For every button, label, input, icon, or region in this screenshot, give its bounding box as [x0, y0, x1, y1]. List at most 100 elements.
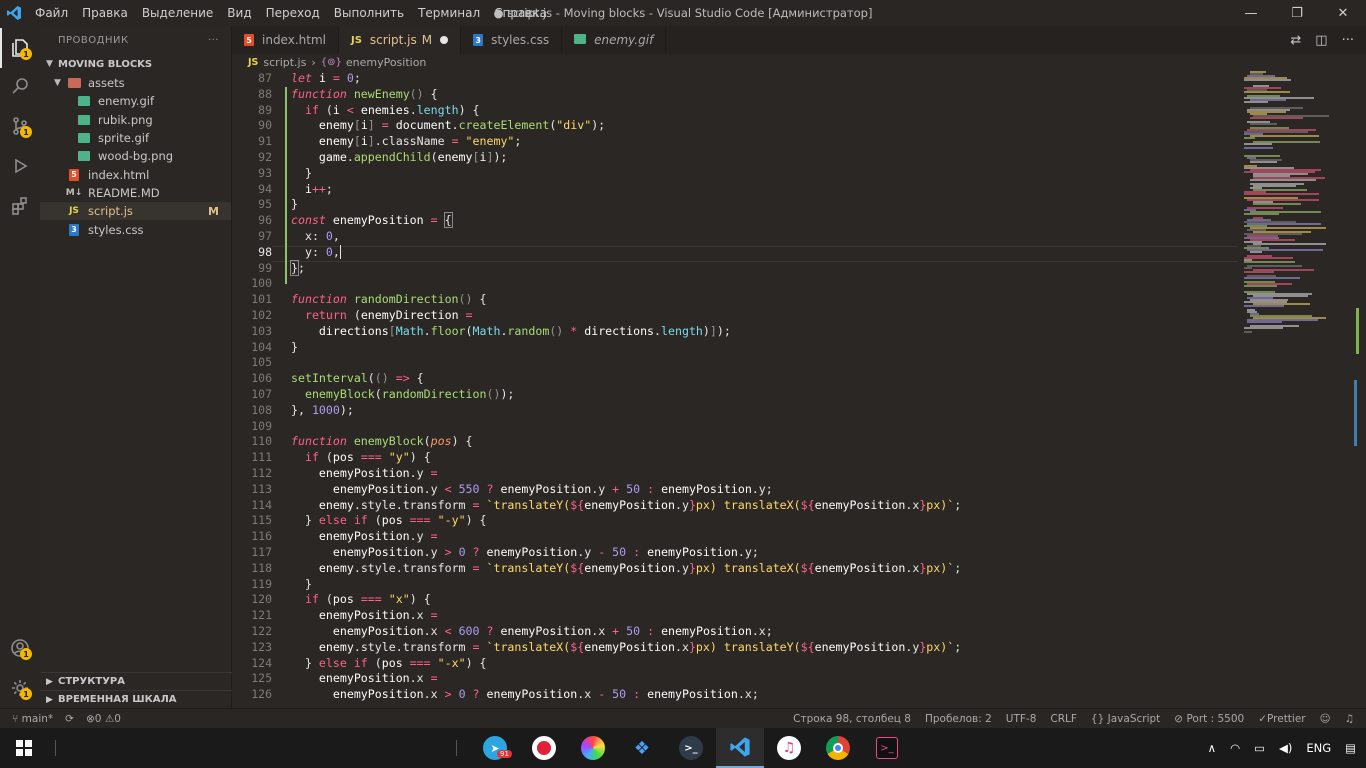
- unsaved-dot-icon[interactable]: [440, 36, 449, 44]
- tree-item-enemy-gif[interactable]: enemy.gif: [40, 92, 231, 110]
- menu-run[interactable]: Выполнить: [327, 0, 411, 26]
- project-section[interactable]: ▼ MOVING BLOCKS: [40, 54, 231, 74]
- line-number: 103: [251, 323, 272, 338]
- input-language[interactable]: ENG: [1306, 741, 1331, 755]
- menu-help[interactable]: Справка: [487, 0, 554, 26]
- terminal-app[interactable]: >_: [667, 728, 715, 768]
- code-line-107: enemyBlock(randomDirection());: [304, 387, 515, 401]
- vscode-icon: [730, 737, 750, 757]
- menu-view[interactable]: Вид: [220, 0, 258, 26]
- battery-icon[interactable]: ▭: [1254, 741, 1265, 755]
- vertical-scrollbar[interactable]: [1354, 71, 1366, 708]
- image-file-icon: [76, 114, 92, 126]
- tree-item-rubik-png[interactable]: rubik.png: [40, 111, 231, 129]
- chrome-app[interactable]: [814, 728, 862, 768]
- start-button[interactable]: [0, 728, 48, 768]
- account-icon[interactable]: 1: [0, 628, 40, 668]
- scroll-thumb[interactable]: [1354, 380, 1357, 446]
- minimap[interactable]: [1240, 71, 1354, 708]
- breadcrumb-symbol[interactable]: enemyPosition: [346, 56, 427, 69]
- source-control-icon[interactable]: 1: [0, 106, 40, 146]
- close-icon[interactable]: ✕: [1320, 0, 1366, 26]
- breadcrumb-file[interactable]: script.js: [263, 56, 306, 69]
- file-label: script.js: [88, 204, 133, 219]
- line-number: 111: [251, 450, 272, 465]
- prettier-status[interactable]: ✓Prettier: [1258, 713, 1305, 725]
- line-number: 116: [251, 529, 272, 544]
- search-icon[interactable]: [0, 66, 40, 106]
- problems-status[interactable]: ⊗0 ⚠0: [86, 713, 121, 725]
- more-actions-icon[interactable]: ···: [208, 35, 219, 46]
- code-line-103: directions[Math.floor(Math.random() * di…: [318, 323, 731, 338]
- tree-item-wood-bg-png[interactable]: wood-bg.png: [40, 147, 231, 165]
- hyper-terminal-app[interactable]: >_: [863, 728, 911, 768]
- prettier-label: Prettier: [1267, 713, 1306, 725]
- extensions-icon[interactable]: [0, 186, 40, 226]
- explorer-title: ПРОВОДНИК: [58, 34, 129, 46]
- file-label: sprite.gif: [98, 131, 149, 146]
- line-number: 95: [258, 197, 272, 212]
- code-line-89: if (i < enemies.length) {: [304, 102, 480, 117]
- outline-section[interactable]: ▶ СТРУКТУРА: [40, 672, 232, 690]
- menu-edit[interactable]: Правка: [75, 0, 135, 26]
- vscode-app[interactable]: [716, 728, 764, 768]
- restore-icon[interactable]: ❐: [1274, 0, 1320, 26]
- telegram-app[interactable]: ➤ 91: [471, 728, 519, 768]
- tree-item-index-html[interactable]: 5 index.html: [40, 165, 231, 183]
- menu-terminal[interactable]: Терминал: [411, 0, 487, 26]
- code-line-108: }, 1000);: [291, 402, 354, 417]
- split-editor-icon[interactable]: ◫: [1315, 33, 1327, 48]
- show-hidden-icons-icon[interactable]: ∧: [1208, 741, 1216, 755]
- cursor-position[interactable]: Строка 98, столбец 8: [793, 713, 911, 725]
- tree-item-readme[interactable]: M↓ README.MD: [40, 184, 231, 202]
- line-ending[interactable]: CRLF: [1050, 713, 1077, 725]
- menu-selection[interactable]: Выделение: [135, 0, 220, 26]
- line-number: 126: [251, 687, 272, 702]
- run-debug-icon[interactable]: [0, 146, 40, 186]
- chevron-down-icon: ▼: [46, 59, 53, 69]
- tree-item-sprite-gif[interactable]: sprite.gif: [40, 129, 231, 147]
- more-actions-icon[interactable]: ···: [1342, 33, 1354, 48]
- tab-styles-css[interactable]: 3 styles.css: [461, 26, 563, 54]
- branch-status[interactable]: ⑂ main*: [12, 713, 53, 725]
- dropbox-app[interactable]: ❖: [618, 728, 666, 768]
- timeline-section[interactable]: ▶ ВРЕМЕННАЯ ШКАЛА: [40, 690, 232, 708]
- obs-app[interactable]: [520, 728, 568, 768]
- notifications-icon[interactable]: ▤: [1345, 741, 1356, 755]
- file-label: README.MD: [88, 185, 160, 200]
- minimize-icon[interactable]: —: [1228, 0, 1274, 26]
- breadcrumb: JS script.js › {⊚} enemyPosition: [232, 54, 1366, 71]
- tree-item-styles-css[interactable]: 3 styles.css: [40, 220, 231, 238]
- code-line-114: enemy.style.transform = `translateY(${en…: [318, 497, 962, 512]
- sync-icon[interactable]: ⟳: [65, 713, 74, 725]
- volume-icon[interactable]: ◀): [1279, 741, 1292, 755]
- settings-gear-icon[interactable]: 1: [0, 668, 40, 708]
- git-modified-bar: [285, 87, 287, 284]
- open-changes-icon[interactable]: ⇄: [1290, 33, 1301, 48]
- language-mode[interactable]: {} JavaScript: [1091, 713, 1160, 725]
- tab-script-js[interactable]: JS script.js M: [338, 26, 462, 54]
- encoding[interactable]: UTF-8: [1006, 713, 1037, 725]
- js-file-icon: JS: [69, 206, 79, 217]
- menu-go[interactable]: Переход: [259, 0, 327, 26]
- tab-index-html[interactable]: 5 index.html: [232, 26, 339, 54]
- color-app[interactable]: [569, 728, 617, 768]
- menu-file[interactable]: Файл: [28, 0, 75, 26]
- explorer-icon[interactable]: 1: [0, 28, 40, 68]
- folder-label: assets: [88, 76, 125, 91]
- hyper-icon: >_: [876, 737, 898, 759]
- tab-enemy-gif[interactable]: enemy.gif: [562, 26, 667, 54]
- vscode-logo-icon: [0, 0, 28, 26]
- feedback-icon[interactable]: ☺: [1320, 713, 1331, 725]
- folder-assets[interactable]: ▼ assets: [40, 74, 231, 92]
- notifications-bell-icon[interactable]: ♫: [1345, 713, 1354, 725]
- minimap-line: [1250, 251, 1262, 253]
- color-wheel-icon: [581, 736, 605, 760]
- tree-item-script-js[interactable]: JS script.js M: [40, 202, 231, 221]
- code-editor[interactable]: 87 88 89 90 91 92 93 94 95 96 97 98 99 100 101 102 103 10…: [232, 71, 1366, 708]
- wifi-icon[interactable]: ◠: [1230, 741, 1240, 755]
- itunes-app[interactable]: ♫: [765, 728, 813, 768]
- indentation[interactable]: Пробелов: 2: [925, 713, 992, 725]
- line-number: 121: [251, 608, 272, 623]
- live-server-port[interactable]: ⊘ Port : 5500: [1174, 713, 1244, 725]
